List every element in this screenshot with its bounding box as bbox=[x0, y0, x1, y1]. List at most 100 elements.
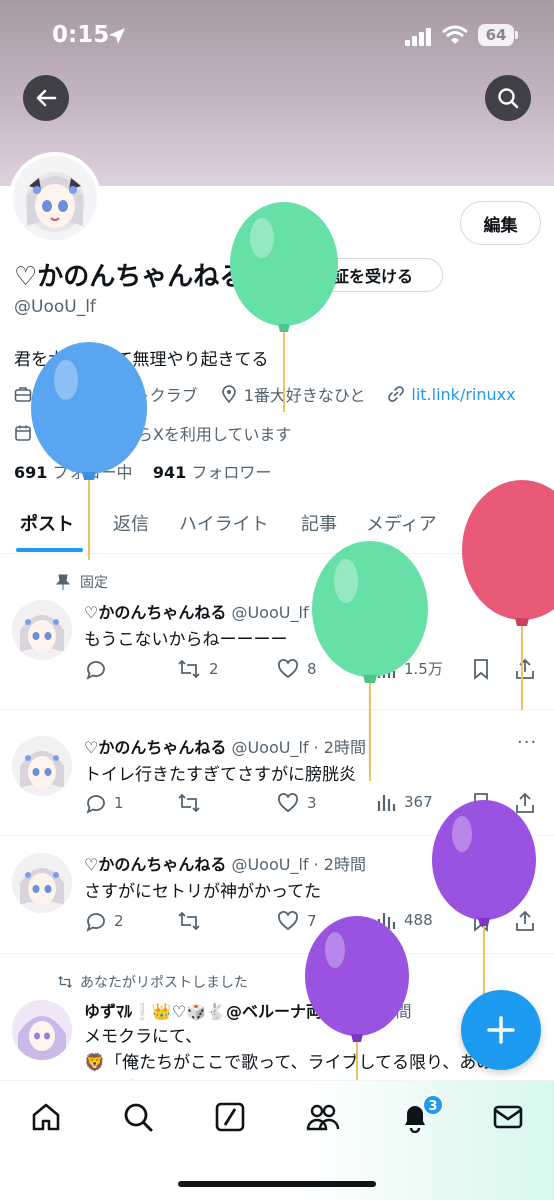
plus-icon bbox=[487, 1016, 515, 1044]
heart-icon bbox=[278, 793, 298, 813]
view-count: 488 bbox=[404, 911, 433, 929]
share-button[interactable] bbox=[515, 792, 535, 814]
profile-bio: 君を太陽にして無理やり起きてる bbox=[14, 350, 269, 370]
search-nav-icon[interactable] bbox=[122, 1101, 154, 1133]
share-button[interactable] bbox=[515, 658, 535, 680]
calendar-icon bbox=[14, 424, 32, 442]
battery-level: 64 bbox=[485, 26, 507, 44]
repost-icon bbox=[178, 911, 200, 931]
get-verified-button[interactable]: 認証を受ける bbox=[278, 258, 443, 292]
repost-button[interactable]: 2 bbox=[177, 658, 219, 680]
following-count: 691 bbox=[14, 463, 48, 482]
tab-posts[interactable]: ポスト bbox=[20, 510, 74, 536]
profile-link[interactable]: lit.link/rinuxx bbox=[411, 385, 515, 404]
like-count: 7 bbox=[307, 912, 317, 930]
post-item[interactable]: ♡かのんちゃんねる @UooU_lf · 2024/10/18 もうこないからね… bbox=[0, 555, 554, 710]
profile-tabs: ポスト 返信 ハイライト 記事 メディア いいね bbox=[0, 492, 554, 554]
home-icon[interactable] bbox=[30, 1101, 62, 1133]
bookmark-icon bbox=[474, 659, 488, 680]
search-button[interactable] bbox=[485, 75, 531, 121]
following-label: フォロー中 bbox=[52, 463, 133, 482]
like-count: 8 bbox=[307, 660, 317, 678]
follow-counts: 691 フォロー中 941 フォロワー bbox=[14, 459, 271, 483]
profile-location: 1番大好きなひと bbox=[243, 386, 366, 405]
bookmark-button[interactable] bbox=[471, 658, 491, 680]
tab-likes[interactable]: いいね bbox=[478, 510, 532, 536]
avatar-illustration bbox=[13, 156, 97, 240]
views-chart-icon bbox=[377, 913, 396, 929]
profile-joined-row: 2022年2月からXを利用しています bbox=[14, 421, 291, 445]
share-icon bbox=[516, 658, 534, 679]
followers-link[interactable]: 941 フォロワー bbox=[153, 463, 272, 482]
post-text: もうこないからねーーーー bbox=[84, 630, 288, 650]
reply-count: 1 bbox=[114, 794, 124, 812]
signal-icon bbox=[405, 28, 431, 46]
post-header: ゆずﾏﾙ❕👑♡🎲🐇@ベルーナ両日… · 3時間 bbox=[84, 998, 412, 1022]
grok-icon[interactable] bbox=[214, 1101, 246, 1133]
post-item[interactable]: ♡かのんちゃんねる @UooU_lf · 2時間 さすがにセトリが神がかってた … bbox=[0, 836, 554, 954]
repost-icon bbox=[178, 659, 200, 679]
reply-button[interactable]: 1 bbox=[84, 792, 124, 814]
profile-avatar[interactable] bbox=[9, 152, 101, 244]
status-bar: 0:15 64 bbox=[0, 18, 554, 58]
post-author-name[interactable]: ゆずﾏﾙ❕👑♡🎲🐇@ベルーナ両日… bbox=[84, 1002, 354, 1021]
views-button[interactable]: 367 bbox=[376, 792, 433, 812]
edit-profile-button[interactable]: 編集 bbox=[460, 201, 541, 245]
like-button[interactable]: 3 bbox=[277, 792, 317, 814]
post-avatar[interactable] bbox=[12, 600, 72, 660]
view-count: 367 bbox=[404, 793, 433, 811]
post-avatar-illustration bbox=[12, 1000, 72, 1060]
post-avatar-illustration bbox=[12, 600, 72, 660]
briefcase-icon bbox=[14, 385, 32, 403]
compose-post-button[interactable] bbox=[461, 990, 541, 1070]
profile-handle: @UooU_lf bbox=[14, 297, 96, 317]
link-icon bbox=[387, 385, 405, 403]
views-chart-icon bbox=[377, 661, 396, 678]
following-link[interactable]: 691 フォロー中 bbox=[14, 463, 133, 482]
bookmark-button[interactable] bbox=[471, 792, 491, 814]
post-actions: 2 7 488 bbox=[84, 910, 544, 936]
tab-highlights[interactable]: ハイライト bbox=[179, 510, 269, 536]
reply-button[interactable] bbox=[84, 658, 114, 680]
post-text: さすがにセトリが神がかってた bbox=[84, 882, 322, 902]
reply-button[interactable]: 2 bbox=[84, 910, 124, 932]
repost-button[interactable] bbox=[177, 792, 209, 814]
tab-replies[interactable]: 返信 bbox=[113, 510, 149, 536]
views-button[interactable]: 488 bbox=[376, 910, 433, 930]
messages-envelope-icon[interactable] bbox=[492, 1101, 524, 1133]
view-count: 1.5万 bbox=[404, 660, 443, 678]
communities-icon[interactable] bbox=[306, 1101, 340, 1133]
tab-articles[interactable]: 記事 bbox=[301, 510, 337, 536]
share-button[interactable] bbox=[515, 910, 535, 932]
post-author-name[interactable]: ♡かのんちゃんねる bbox=[84, 855, 226, 874]
like-button[interactable]: 7 bbox=[277, 910, 317, 932]
post-text: トイレ行きたすぎてさすがに膀胱炎 bbox=[84, 765, 356, 785]
verified-badge-icon bbox=[292, 266, 310, 284]
post-item[interactable]: ♡かのんちゃんねる @UooU_lf · 2時間 ··· トイレ行きたすぎてさす… bbox=[0, 710, 554, 836]
bookmark-icon bbox=[474, 911, 488, 932]
post-avatar[interactable] bbox=[12, 736, 72, 796]
repost-icon bbox=[178, 793, 200, 813]
views-button[interactable]: 1.5万 bbox=[376, 658, 443, 679]
repost-button[interactable] bbox=[177, 910, 209, 932]
more-options-button[interactable]: ··· bbox=[517, 732, 537, 753]
location-pin-icon bbox=[220, 385, 238, 403]
post-avatar-illustration bbox=[12, 853, 72, 913]
like-button[interactable]: 8 bbox=[277, 658, 317, 680]
reply-icon bbox=[86, 913, 105, 932]
arrow-left-icon bbox=[36, 89, 57, 107]
repost-count: 2 bbox=[209, 660, 219, 678]
post-avatar[interactable] bbox=[12, 1000, 72, 1060]
back-button[interactable] bbox=[23, 75, 69, 121]
bookmark-button[interactable] bbox=[471, 910, 491, 932]
post-avatar[interactable] bbox=[12, 853, 72, 913]
post-author-name[interactable]: ♡かのんちゃんねる bbox=[84, 603, 226, 622]
tab-media[interactable]: メディア bbox=[366, 510, 437, 536]
battery-tip bbox=[515, 31, 518, 39]
profile-joined: 2022年2月からXを利用しています bbox=[38, 425, 292, 444]
reply-count: 2 bbox=[114, 912, 124, 930]
post-text-line: メモクラにて、 bbox=[84, 1027, 203, 1047]
post-author-name[interactable]: ♡かのんちゃんねる bbox=[84, 738, 226, 757]
home-indicator bbox=[178, 1181, 376, 1187]
battery-indicator: 64 bbox=[478, 24, 514, 46]
